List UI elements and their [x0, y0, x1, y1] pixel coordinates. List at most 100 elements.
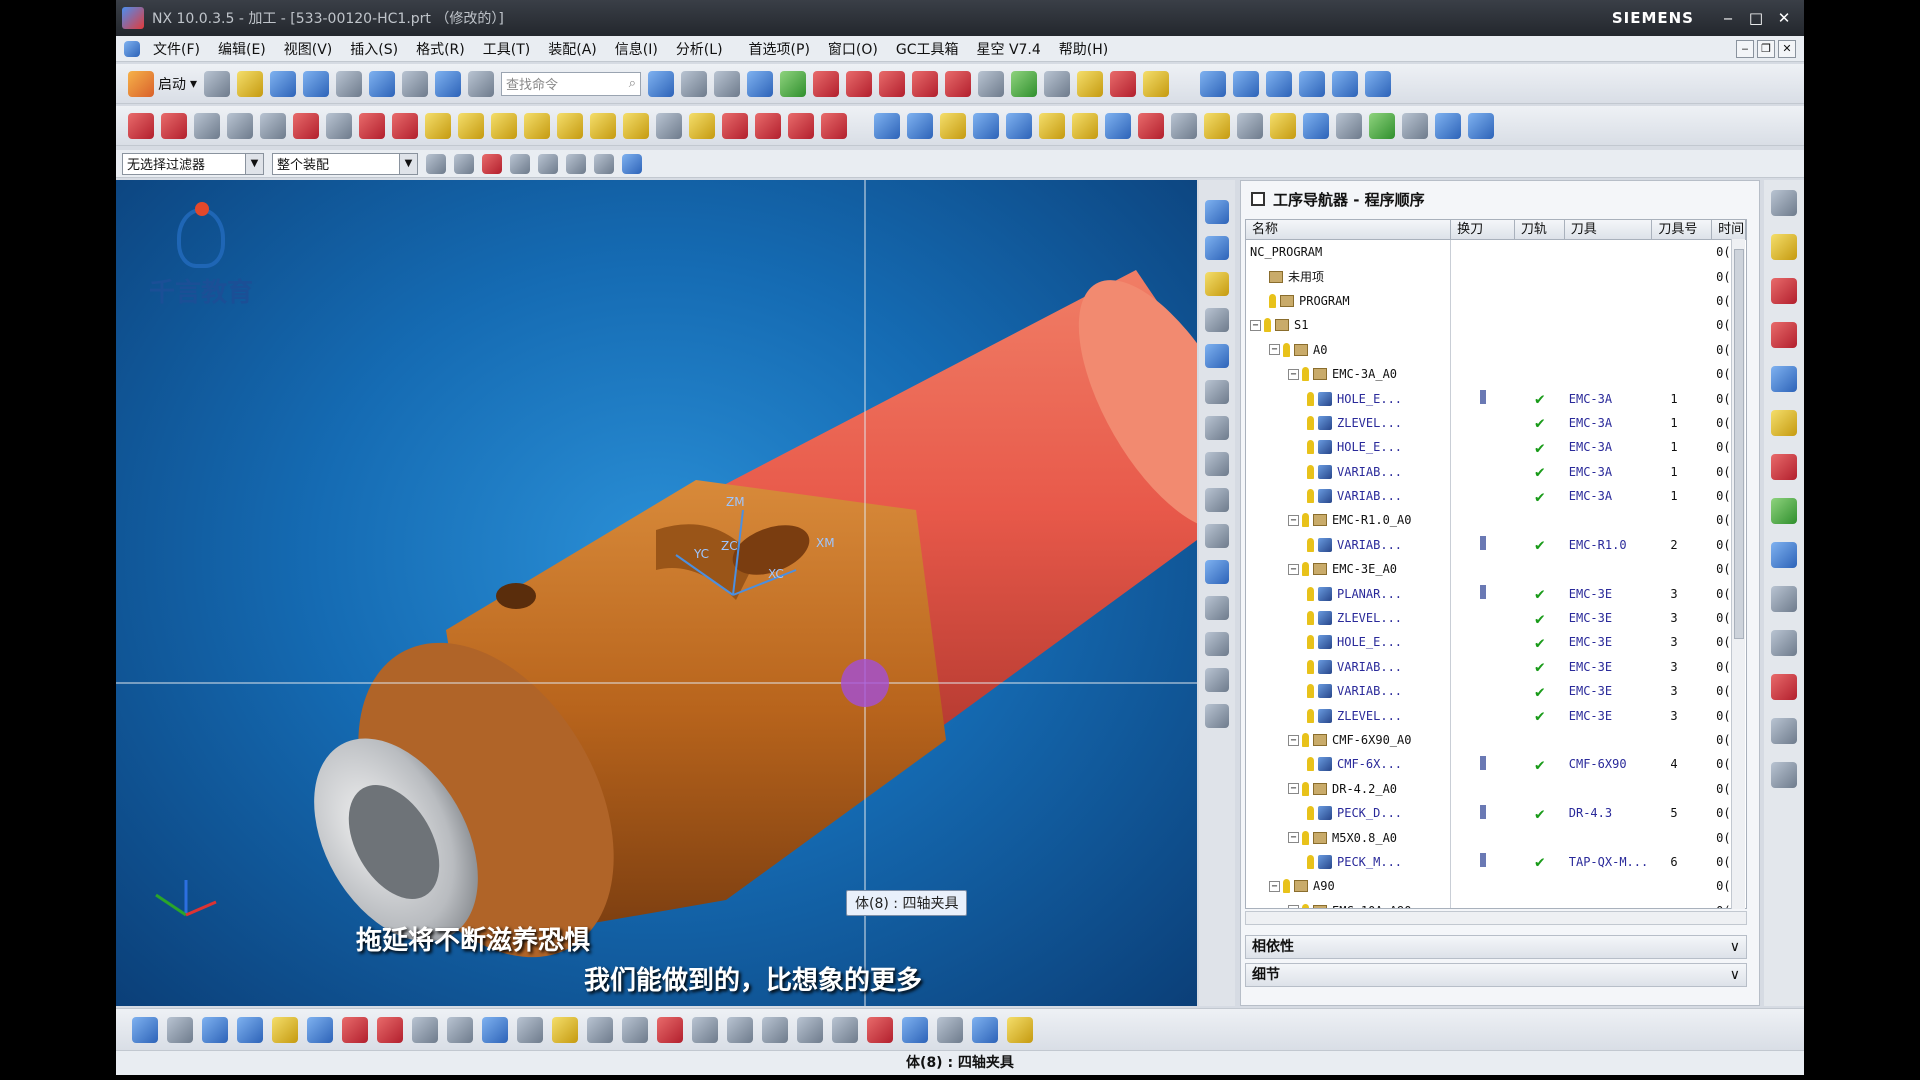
target-icon[interactable]: [648, 70, 675, 97]
select-feature-icon[interactable]: [426, 153, 446, 174]
part-nav-icon[interactable]: [1205, 272, 1229, 296]
mdi-minimize-button[interactable]: ‒: [1736, 40, 1754, 58]
tree-row[interactable]: − EMC-3A_A0 0(: [1246, 361, 1746, 387]
timer-icon[interactable]: [1771, 630, 1797, 656]
collapse-toggle-icon[interactable]: −: [1288, 563, 1299, 575]
chart-bars-icon[interactable]: [972, 1016, 998, 1043]
polygon-icon[interactable]: [359, 112, 385, 139]
tree-row[interactable]: − A90 0(: [1246, 874, 1746, 899]
circle-icon[interactable]: [587, 1016, 613, 1043]
filter-icon[interactable]: [940, 112, 966, 139]
tree-row[interactable]: PECK_M... ✔ TAP-QX-M... 6 0(: [1246, 849, 1746, 875]
dependencies-panel[interactable]: 相依性 ∨: [1245, 935, 1747, 959]
select-rect-icon[interactable]: [594, 153, 614, 174]
doc-icon[interactable]: [1171, 112, 1197, 139]
scope-select[interactable]: 整个装配 ▼: [272, 152, 418, 175]
start-button[interactable]: 启动 ▾: [128, 70, 197, 97]
maximize-button[interactable]: □: [1744, 7, 1768, 29]
combine-curve-icon[interactable]: [524, 112, 550, 139]
blue-bracket-icon[interactable]: [482, 1016, 508, 1043]
snap-point-icon[interactable]: [454, 153, 474, 174]
create-operation-icon[interactable]: [945, 70, 972, 97]
machine-tool-icon[interactable]: [1771, 278, 1797, 304]
axis-icon[interactable]: [1105, 112, 1131, 139]
tree-row[interactable]: PLANAR... ✔ EMC-3E 3 0(: [1246, 581, 1746, 606]
collapse-toggle-icon[interactable]: −: [1288, 734, 1299, 746]
collapse-toggle-icon[interactable]: −: [1288, 514, 1299, 526]
tree-icon[interactable]: [937, 1016, 963, 1043]
layer-icon[interactable]: [402, 70, 429, 97]
align-icon[interactable]: [973, 112, 999, 139]
line-icon[interactable]: [128, 112, 154, 139]
tree-row[interactable]: − EMC-R1.0_A0 0(: [1246, 508, 1746, 533]
web-icon[interactable]: [1205, 704, 1229, 728]
create-method-icon[interactable]: [912, 70, 939, 97]
menu-insert[interactable]: 插入(S): [341, 39, 407, 59]
printer-icon[interactable]: [1336, 112, 1362, 139]
tool-icon[interactable]: [1205, 380, 1229, 404]
col-name-header[interactable]: 名称: [1246, 220, 1452, 239]
fillet-curve-icon[interactable]: [788, 112, 814, 139]
machine-icon[interactable]: [1205, 416, 1229, 440]
geometry-view-icon[interactable]: [1266, 70, 1293, 97]
menu-info[interactable]: 信息(I): [606, 39, 667, 59]
face-icon[interactable]: [907, 112, 933, 139]
sequence-icon[interactable]: [727, 1016, 753, 1043]
generate-path-icon[interactable]: [1011, 70, 1038, 97]
target-icon[interactable]: [832, 1016, 858, 1043]
square-icon[interactable]: [412, 1016, 438, 1043]
feed-icon[interactable]: [1771, 542, 1797, 568]
table-icon[interactable]: [1237, 112, 1263, 139]
toolpath-icon[interactable]: [307, 1016, 333, 1043]
extract-curve-icon[interactable]: [623, 112, 649, 139]
bar-chart-icon[interactable]: [1771, 498, 1797, 524]
open-folder-icon[interactable]: [237, 70, 264, 97]
tree-row[interactable]: − DR-4.2_A0 0(: [1246, 776, 1746, 801]
command-search-input[interactable]: 查找命令 ⌕: [501, 71, 642, 96]
roles-icon[interactable]: [1205, 632, 1229, 656]
tree-row[interactable]: HOLE_E... ✔ EMC-3A 1 0(: [1246, 386, 1746, 411]
tree-row[interactable]: −EMC-10A_A900(: [1246, 898, 1746, 908]
tree-row[interactable]: − A0 0(: [1246, 337, 1746, 362]
col-time-header[interactable]: 时间: [1712, 220, 1746, 239]
create-program-icon[interactable]: [132, 1016, 158, 1043]
wcs-icon[interactable]: [780, 70, 807, 97]
clock-icon[interactable]: [1468, 112, 1494, 139]
hexagon-icon[interactable]: [447, 1016, 473, 1043]
bridge-curve-icon[interactable]: [491, 112, 517, 139]
nav-toggle-icon[interactable]: [1205, 200, 1229, 224]
type-filter-select[interactable]: 无选择过滤器 ▼: [122, 152, 264, 175]
tree-row[interactable]: NC_PROGRAM 0(: [1246, 240, 1746, 265]
menu-xingkong[interactable]: 星空 V7.4: [968, 39, 1050, 59]
verify-check-icon[interactable]: [1205, 560, 1229, 584]
menu-format[interactable]: 格式(R): [407, 39, 474, 59]
tree-row[interactable]: − S1 0(: [1246, 313, 1746, 338]
col-toolchange-header[interactable]: 换刀: [1451, 220, 1515, 239]
collapse-toggle-icon[interactable]: −: [1288, 832, 1299, 844]
spline-icon[interactable]: [293, 112, 319, 139]
shop-doc-icon[interactable]: [1303, 112, 1329, 139]
geometry-icon[interactable]: [1771, 322, 1797, 348]
chevron-down-icon[interactable]: ∨: [1730, 936, 1740, 958]
part-icon[interactable]: [1771, 454, 1797, 480]
close-button[interactable]: ✕: [1772, 7, 1796, 29]
tree-row[interactable]: VARIAB... ✔ EMC-3E 3 0(: [1246, 654, 1746, 680]
tree-row[interactable]: VARIAB... ✔ EMC-3A 1 0(: [1246, 459, 1746, 484]
arc-icon[interactable]: [161, 112, 187, 139]
measure-icon[interactable]: [1006, 112, 1032, 139]
select-circle-icon[interactable]: [566, 153, 586, 174]
collapse-toggle-icon[interactable]: −: [1250, 319, 1261, 331]
program-order-icon[interactable]: [1771, 234, 1797, 260]
tree-row[interactable]: VARIAB... ✔ EMC-R1.0 2 0(: [1246, 532, 1746, 558]
hatch2-icon[interactable]: [797, 1016, 823, 1043]
palette-icon[interactable]: [1205, 668, 1229, 692]
view-frame-icon[interactable]: [714, 70, 741, 97]
menu-edit[interactable]: 编辑(E): [209, 39, 275, 59]
menu-tools[interactable]: 工具(T): [474, 39, 539, 59]
tree-row[interactable]: − CMF-6X90_A0 0(: [1246, 727, 1746, 753]
reuse-library-icon[interactable]: [1205, 308, 1229, 332]
operation-icon[interactable]: [1205, 488, 1229, 512]
scrollbar-thumb[interactable]: [1734, 249, 1744, 639]
minimize-button[interactable]: ‒: [1716, 7, 1740, 29]
print-icon[interactable]: [336, 70, 363, 97]
